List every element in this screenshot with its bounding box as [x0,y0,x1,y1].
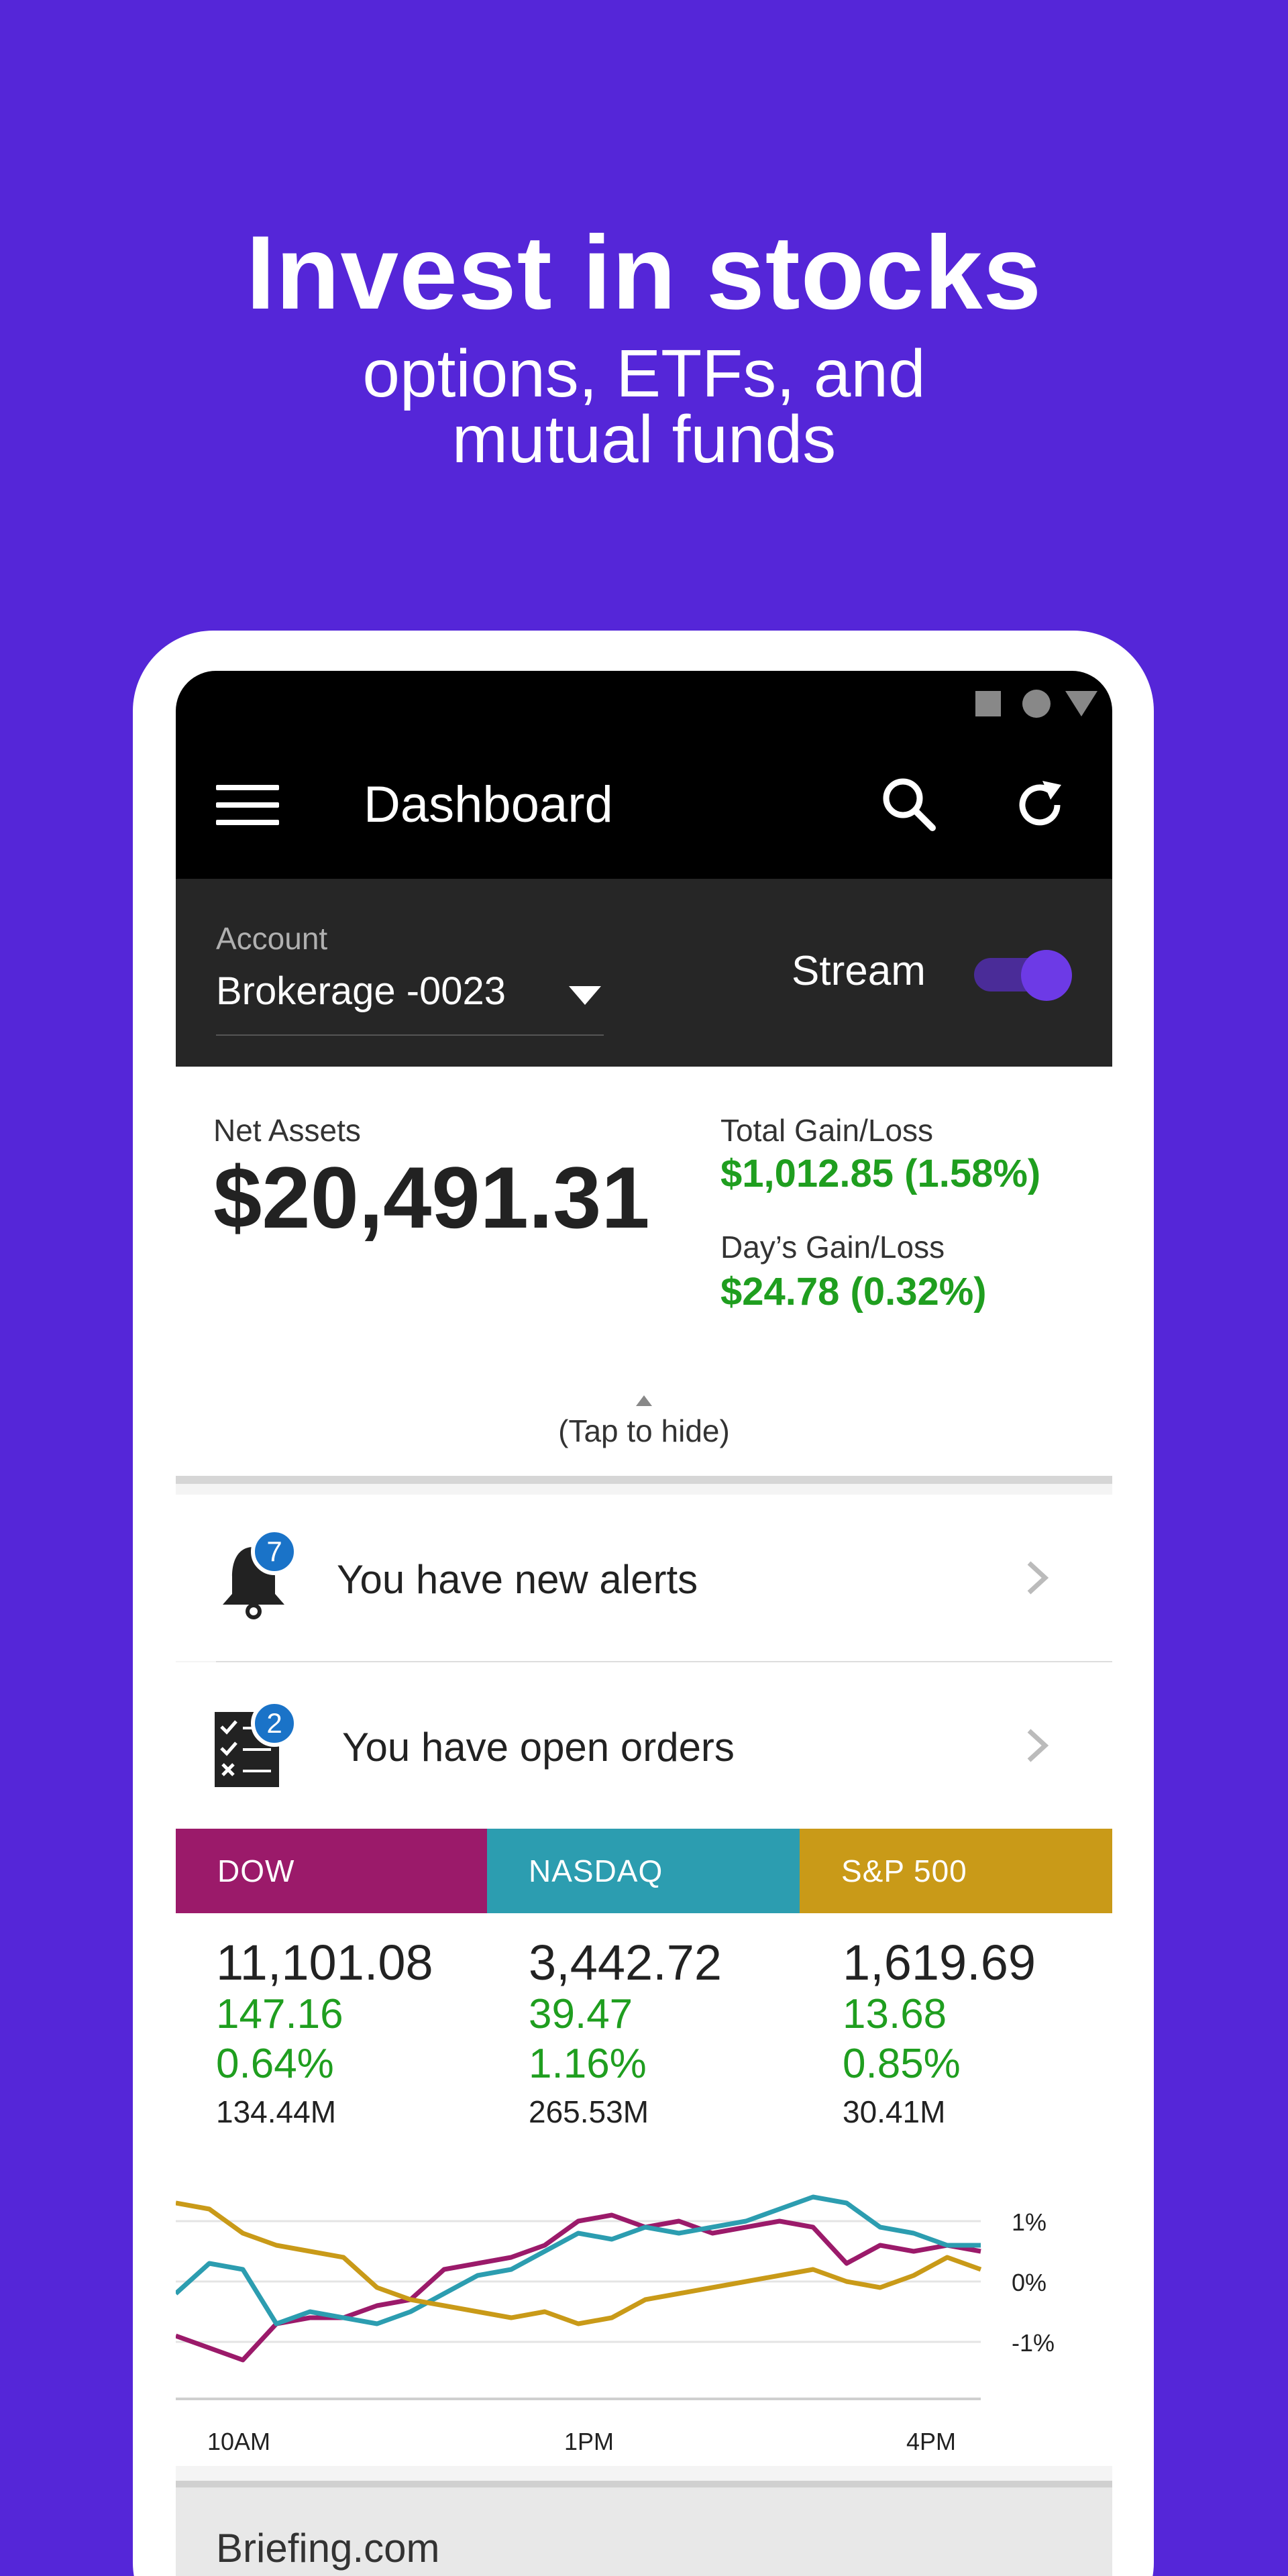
tab-nasdaq[interactable]: NASDAQ [487,1829,800,1913]
alerts-text: You have new alerts [337,1557,698,1602]
series-line-nasdaq [176,2194,981,2326]
promo-subtitle-line1: options, ETFs, and [362,336,926,411]
index-volume: 134.44M [216,2094,337,2129]
briefing-title: Briefing.com [216,2526,440,2571]
app-bar: Dashboard [176,734,1112,879]
day-gain-value: $24.78 (0.32%) [720,1270,987,1313]
promo-title: Invest in stocks [246,215,1042,331]
chevron-down-icon[interactable] [569,986,601,1005]
tab-sp500[interactable]: S&P 500 [800,1829,1112,1913]
y-tick-label: -1% [1012,2329,1055,2357]
index-nasdaq[interactable]: 3,442.72 39.47 1.16% 265.53M [529,1936,837,2135]
briefing-section[interactable]: Briefing.com [176,2481,1112,2576]
stream-label: Stream [792,948,926,994]
account-bar: Account Brokerage -0023 Stream [176,879,1112,1067]
alerts-badge: 7 [251,1528,298,1575]
index-change: 147.16 [216,1991,343,2037]
index-change: 13.68 [843,1991,947,2037]
chevron-right-icon[interactable] [1025,1559,1049,1597]
net-assets-label: Net Assets [213,1113,361,1148]
orders-row[interactable]: 2 You have open orders [176,1662,1112,1829]
tab-dow[interactable]: DOW [176,1829,487,1913]
x-tick-label: 1PM [564,2428,614,2455]
index-sp500[interactable]: 1,619.69 13.68 0.85% 30.41M [843,1936,1112,2135]
index-value: 3,442.72 [529,1935,722,1990]
orders-text: You have open orders [342,1725,735,1770]
account-selector[interactable]: Brokerage -0023 [216,969,506,1014]
back-icon [1065,691,1097,716]
index-volume: 30.41M [843,2094,946,2129]
x-tick-label: 4PM [906,2428,956,2455]
menu-icon[interactable] [216,785,279,828]
promo-subtitle: options, ETFs, and mutual funds [0,336,1288,477]
search-icon[interactable] [879,774,939,835]
index-value: 11,101.08 [216,1935,433,1990]
app-screen: Dashboard Account Brokerage -0023 Stream… [176,671,1112,2576]
y-tick-label: 0% [1012,2269,1046,2296]
net-assets-value: $20,491.31 [213,1148,650,1246]
market-indices: DOW NASDAQ S&P 500 11,101.08 147.16 0.64… [176,1829,1112,2466]
series-line-dow [176,2212,981,2363]
orders-badge: 2 [251,1700,298,1747]
account-underline [216,1034,604,1036]
index-volume: 265.53M [529,2094,649,2129]
chevron-right-icon[interactable] [1025,1727,1049,1764]
stream-toggle-knob[interactable] [1021,950,1072,1001]
account-summary: Net Assets $20,491.31 Total Gain/Loss $1… [176,1067,1112,1484]
promo-subtitle-line2: mutual funds [451,402,837,477]
index-change: 39.47 [529,1991,633,2037]
index-percent: 0.64% [216,2041,334,2087]
caret-up-icon[interactable] [636,1395,652,1406]
index-percent: 0.85% [843,2041,961,2087]
total-gain-label: Total Gain/Loss [720,1113,934,1148]
recent-apps-icon [975,691,1001,716]
status-bar [176,671,1112,734]
index-percent: 1.16% [529,2041,647,2087]
x-tick-label: 10AM [207,2428,270,2455]
page-title: Dashboard [364,776,613,833]
home-icon [1022,690,1051,718]
index-dow[interactable]: 11,101.08 147.16 0.64% 134.44M [216,1936,525,2135]
refresh-icon[interactable] [1010,774,1071,835]
tap-to-hide[interactable]: (Tap to hide) [176,1413,1112,1449]
index-chart[interactable]: 1% 0% -1% 10AM 1PM 4PM [176,2178,1112,2459]
total-gain-value: $1,012.85 (1.58%) [720,1152,1041,1195]
day-gain-label: Day’s Gain/Loss [720,1230,945,1265]
y-tick-label: 1% [1012,2208,1046,2236]
alerts-row[interactable]: 7 You have new alerts [176,1495,1112,1661]
index-value: 1,619.69 [843,1935,1036,1990]
account-label: Account [216,921,328,956]
